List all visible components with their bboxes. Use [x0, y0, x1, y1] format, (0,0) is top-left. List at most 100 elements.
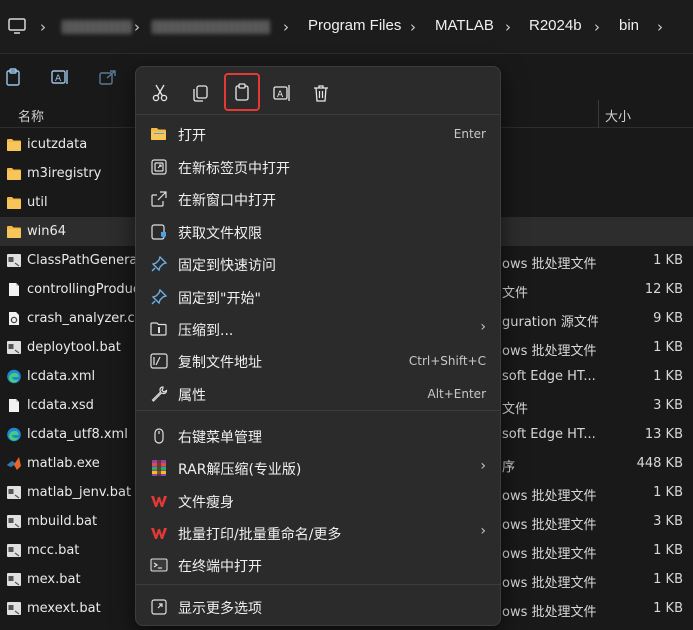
- more-options-icon: [150, 598, 168, 616]
- wps-icon: [150, 492, 168, 510]
- menu-separator: [136, 584, 500, 585]
- menu-item[interactable]: RAR解压缩(专业版) ›: [136, 452, 500, 484]
- pin-start-icon: [150, 288, 168, 306]
- file-name: controllingProductList: [27, 282, 135, 297]
- share-icon[interactable]: [98, 67, 118, 87]
- file-size: 1 KB: [653, 253, 683, 268]
- copy-button[interactable]: [184, 77, 216, 109]
- file-type: ows 批处理文件: [502, 605, 597, 620]
- delete-icon: [314, 85, 328, 102]
- file-size: 1 KB: [653, 543, 683, 558]
- bat-file-icon: [6, 514, 22, 529]
- menu-item[interactable]: 在新标签页中打开: [136, 151, 500, 183]
- menu-item-label: 获取文件权限: [178, 226, 262, 242]
- menu-item[interactable]: 获取文件权限: [136, 216, 500, 248]
- breadcrumb-item[interactable]: Program Files: [308, 17, 401, 34]
- folder-icon: [6, 224, 22, 239]
- chevron-right-icon: ›: [283, 18, 289, 36]
- menu-item-label: 复制文件地址: [178, 355, 262, 371]
- file-type: soft Edge HT...: [502, 369, 596, 384]
- menu-item[interactable]: 属性 Alt+Enter: [136, 378, 500, 410]
- delete-button[interactable]: [305, 77, 337, 109]
- file-size: 1 KB: [653, 485, 683, 500]
- column-name[interactable]: 名称: [18, 106, 44, 125]
- quick-actions-bar: A: [136, 67, 500, 115]
- menu-item[interactable]: 固定到"开始": [136, 281, 500, 313]
- column-divider[interactable]: [598, 100, 599, 128]
- file-icon: [6, 282, 22, 297]
- menu-item-shortcut: Enter: [453, 127, 486, 141]
- menu-item-label: 压缩到...: [178, 323, 234, 339]
- file-size: 1 KB: [653, 369, 683, 384]
- breadcrumb-item[interactable]: R2024b: [529, 17, 582, 34]
- menu-item[interactable]: 文件瘦身: [136, 485, 500, 517]
- rename-button[interactable]: A: [266, 77, 298, 109]
- pin-icon: [150, 255, 168, 273]
- file-name: ClassPathGenerator.bat: [27, 253, 135, 268]
- menu-item-shortcut: Alt+Enter: [427, 387, 486, 401]
- new-window-icon: [150, 190, 168, 208]
- folder-open-icon: [150, 125, 168, 143]
- menu-item-label: 固定到快速访问: [178, 258, 276, 274]
- column-size[interactable]: 大小: [605, 106, 631, 125]
- menu-item-label: 在终端中打开: [178, 559, 262, 575]
- bat-file-icon: [6, 340, 22, 355]
- matlab-icon: [6, 456, 22, 471]
- paste-button[interactable]: [224, 73, 260, 111]
- breadcrumb-item[interactable]: bin: [619, 17, 639, 34]
- mouse-icon: [150, 427, 168, 445]
- cut-button[interactable]: [144, 77, 176, 109]
- menu-item[interactable]: 在终端中打开: [136, 549, 500, 581]
- file-size: 13 KB: [644, 427, 683, 442]
- file-name: deploytool.bat: [27, 340, 121, 355]
- blurred-crumb: [62, 20, 132, 34]
- file-type: ows 批处理文件: [502, 518, 597, 533]
- file-type: ows 批处理文件: [502, 547, 597, 562]
- rar-icon: [150, 459, 168, 477]
- file-name: m3iregistry: [27, 166, 102, 181]
- copy-icon: [193, 85, 208, 102]
- file-type: ows 批处理文件: [502, 344, 597, 359]
- menu-item-label: 在新窗口中打开: [178, 193, 276, 209]
- menu-item-label: 显示更多选项: [178, 601, 262, 617]
- breadcrumb-item[interactable]: MATLAB: [435, 17, 494, 34]
- file-size: 1 KB: [653, 601, 683, 616]
- chevron-right-icon: ›: [40, 18, 46, 36]
- menu-item[interactable]: 批量打印/批量重命名/更多 ›: [136, 517, 500, 549]
- menu-item[interactable]: 显示更多选项: [136, 591, 500, 623]
- file-name: lcdata_utf8.xml: [27, 427, 128, 442]
- edge-icon: [6, 369, 22, 384]
- menu-item[interactable]: 右键菜单管理: [136, 420, 500, 452]
- file-icon: [6, 398, 22, 413]
- folder-icon: [6, 137, 22, 152]
- svg-text:A: A: [277, 90, 284, 100]
- chevron-right-icon: ›: [480, 458, 486, 474]
- menu-item[interactable]: 固定到快速访问: [136, 248, 500, 280]
- bat-file-icon: [6, 543, 22, 558]
- paste-icon[interactable]: [4, 67, 24, 87]
- file-name: matlab_jenv.bat: [27, 485, 132, 500]
- menu-item-label: 打开: [178, 128, 206, 144]
- file-size: 1 KB: [653, 572, 683, 587]
- menu-item[interactable]: 压缩到... ›: [136, 313, 500, 345]
- copy-path-icon: [150, 352, 168, 370]
- file-name: mbuild.bat: [27, 514, 98, 529]
- context-menu: A 打开 Enter 在新标签页中打开在新窗口中打开 获取文件权限 固定到快速访问固定到…: [135, 66, 501, 626]
- file-size: 1 KB: [653, 340, 683, 355]
- file-name: matlab.exe: [27, 456, 100, 471]
- terminal-icon: [150, 556, 168, 574]
- file-name: mcc.bat: [27, 543, 80, 558]
- rename-icon[interactable]: A: [50, 67, 70, 87]
- address-bar[interactable]: › › › Program Files › MATLAB › R2024b › …: [0, 0, 693, 54]
- file-size: 9 KB: [653, 311, 683, 326]
- rename-icon: A: [273, 85, 290, 101]
- file-name: util: [27, 195, 48, 210]
- menu-item[interactable]: 复制文件地址 Ctrl+Shift+C: [136, 345, 500, 377]
- computer-icon: [8, 18, 26, 34]
- folder-icon: [6, 166, 22, 181]
- menu-item[interactable]: 在新窗口中打开: [136, 183, 500, 215]
- chevron-right-icon: ›: [480, 319, 486, 335]
- menu-item[interactable]: 打开 Enter: [136, 118, 500, 150]
- permission-icon: [150, 223, 168, 241]
- menu-item-label: 属性: [178, 388, 206, 404]
